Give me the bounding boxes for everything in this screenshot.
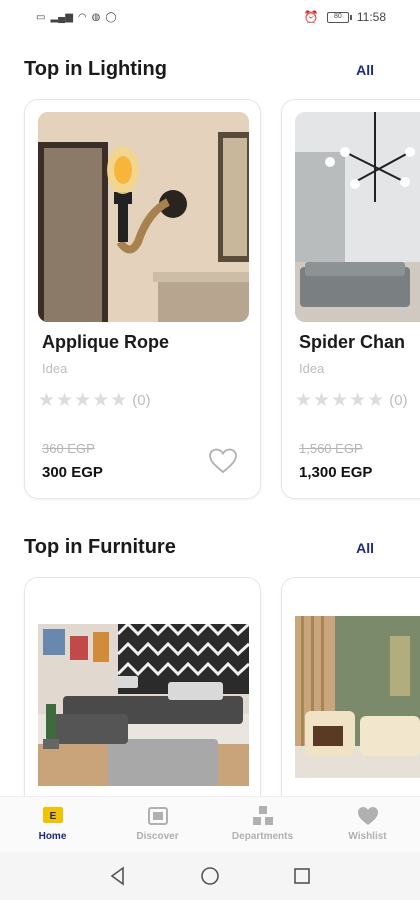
star-icon: ★ <box>367 390 385 411</box>
rating: ★ ★ ★ ★ ★ (0) <box>295 391 408 410</box>
product-image <box>38 624 249 786</box>
rating-count: (0) <box>389 392 408 409</box>
back-icon[interactable] <box>107 865 129 887</box>
data-icon: ◍ <box>91 11 101 23</box>
clock: 11:58 <box>356 10 386 24</box>
section-title: Top in Furniture <box>24 536 176 558</box>
nav-label: Home <box>38 831 67 842</box>
product-brand: Idea <box>42 361 68 376</box>
system-nav-bar <box>0 852 420 900</box>
whatsapp-icon: ◯ <box>105 11 117 23</box>
battery-icon: 80 <box>326 11 352 23</box>
see-all-link[interactable]: All <box>356 540 374 556</box>
old-price: 1,560 EGP <box>299 441 363 456</box>
star-icon: ★ <box>74 390 92 411</box>
svg-text:E: E <box>49 811 56 822</box>
wishlist-icon <box>357 807 378 825</box>
discover-icon <box>147 807 168 825</box>
departments-icon <box>252 806 273 825</box>
product-image <box>295 112 420 322</box>
star-icon: ★ <box>313 390 331 411</box>
lighting-carousel[interactable]: Applique Rope Idea ★ ★ ★ ★ ★ (0) 360 EGP… <box>0 99 420 501</box>
signal-icon: ▂▄▆ <box>50 11 73 23</box>
wifi-icon: ◠ <box>77 11 87 23</box>
old-price: 360 EGP <box>42 441 95 456</box>
home-cart-icon: E <box>42 807 63 823</box>
product-brand: Idea <box>299 361 325 376</box>
nav-home[interactable]: E Home <box>0 797 105 852</box>
star-icon: ★ <box>110 390 128 411</box>
recents-icon[interactable] <box>291 865 313 887</box>
bottom-nav: E Home Discover Departments Wishlist <box>0 796 420 852</box>
home-circle-icon[interactable] <box>199 865 221 887</box>
product-name: Applique Rope <box>42 332 169 352</box>
status-icons: ▭ ▂▄▆ ◠ ◍ ◯ <box>36 12 117 23</box>
sim-icon: ▭ <box>36 11 46 23</box>
rating: ★ ★ ★ ★ ★ (0) <box>38 391 151 410</box>
furniture-carousel[interactable] <box>0 577 420 799</box>
product-card[interactable]: Applique Rope Idea ★ ★ ★ ★ ★ (0) 360 EGP… <box>24 99 261 499</box>
star-icon: ★ <box>56 390 74 411</box>
furniture-section-header: Top in Furniture All <box>24 536 400 559</box>
nav-wishlist[interactable]: Wishlist <box>315 797 420 852</box>
alarm-icon: ⏰ <box>303 10 319 24</box>
star-icon: ★ <box>349 390 367 411</box>
nav-label: Discover <box>136 831 179 842</box>
nav-departments[interactable]: Departments <box>210 797 315 852</box>
star-icon: ★ <box>295 390 313 411</box>
nav-label: Wishlist <box>348 831 387 842</box>
price: 1,300 EGP <box>299 464 373 481</box>
product-card[interactable]: Spider Chan Idea ★ ★ ★ ★ ★ (0) 1,560 EGP… <box>281 99 420 499</box>
product-name: Spider Chan <box>299 332 406 352</box>
product-card[interactable] <box>24 577 261 799</box>
section-title: Top in Lighting <box>24 58 167 80</box>
star-icon: ★ <box>331 390 349 411</box>
status-bar: ▭ ▂▄▆ ◠ ◍ ◯ ⏰ 80 11:58 <box>0 0 420 34</box>
nav-discover[interactable]: Discover <box>105 797 210 852</box>
star-icon: ★ <box>92 390 110 411</box>
product-image <box>38 112 249 322</box>
see-all-link[interactable]: All <box>356 62 374 78</box>
price: 300 EGP <box>42 464 103 481</box>
lighting-section-header: Top in Lighting All <box>24 58 400 81</box>
rating-count: (0) <box>132 392 151 409</box>
nav-label: Departments <box>231 831 294 842</box>
product-image <box>295 616 420 778</box>
star-icon: ★ <box>38 390 56 411</box>
heart-icon[interactable] <box>208 447 238 475</box>
product-card[interactable] <box>281 577 420 799</box>
